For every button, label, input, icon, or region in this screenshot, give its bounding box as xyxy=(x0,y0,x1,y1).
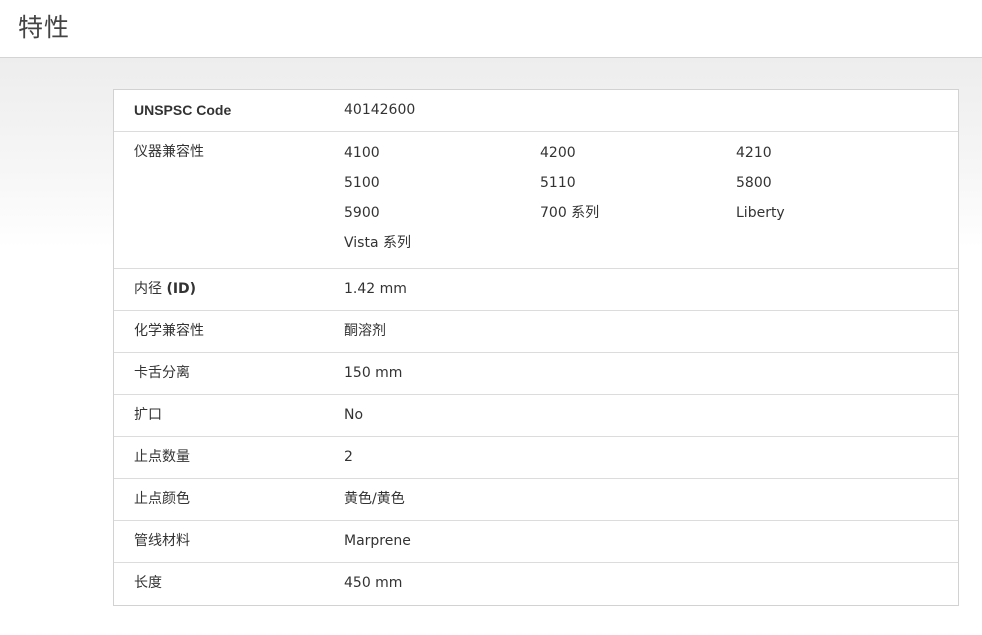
spec-row-stop-count: 止点数量 2 xyxy=(114,437,958,479)
spec-label-unspsc: UNSPSC Code xyxy=(134,102,232,118)
compat-item: 700 系列 xyxy=(540,205,600,221)
spec-row-tab-separation: 卡舌分离 150 mm xyxy=(114,353,958,395)
spec-value-unspsc: 40142600 xyxy=(344,102,416,118)
spec-label-length: 长度 xyxy=(134,575,162,591)
spec-row-stop-color: 止点颜色 黄色/黄色 xyxy=(114,479,958,521)
compat-item: 5100 xyxy=(344,175,380,191)
spec-row-unspsc: UNSPSC Code 40142600 xyxy=(114,90,958,132)
spec-label-inner-diameter-text: 内径 xyxy=(134,281,167,297)
spec-value-chemical-compatibility: 酮溶剂 xyxy=(344,323,386,339)
spec-value-stop-color: 黄色/黄色 xyxy=(344,491,405,507)
compat-item: Liberty xyxy=(736,205,785,221)
spec-value-tubing-material: Marprene xyxy=(344,533,411,549)
spec-row-tubing-material: 管线材料 Marprene xyxy=(114,521,958,563)
spec-label-tubing-material: 管线材料 xyxy=(134,533,190,549)
spec-label-stop-count: 止点数量 xyxy=(134,449,190,465)
page-header: 特性 xyxy=(0,0,982,58)
spec-row-chemical-compatibility: 化学兼容性 酮溶剂 xyxy=(114,311,958,353)
compat-item: 4100 xyxy=(344,145,380,161)
compat-item: 4200 xyxy=(540,145,576,161)
spec-value-tab-separation: 150 mm xyxy=(344,365,403,381)
spec-row-flare: 扩口 No xyxy=(114,395,958,437)
spec-table: UNSPSC Code 40142600 仪器兼容性 4100 4200 421… xyxy=(113,89,959,606)
spec-label-inner-diameter-abbr: (ID) xyxy=(166,281,197,297)
spec-row-length: 长度 450 mm xyxy=(114,563,958,605)
compat-item: Vista 系列 xyxy=(344,235,411,251)
spec-label-tab-separation: 卡舌分离 xyxy=(134,365,190,381)
compat-item: 5110 xyxy=(540,175,576,191)
spec-row-inner-diameter: 内径 (ID) 1.42 mm xyxy=(114,269,958,311)
spec-label-chemical-compatibility: 化学兼容性 xyxy=(134,323,204,339)
compat-item: 4210 xyxy=(736,145,772,161)
spec-value-length: 450 mm xyxy=(344,575,403,591)
compat-item: 5800 xyxy=(736,175,772,191)
spec-value-stop-count: 2 xyxy=(344,449,353,465)
page-title: 特性 xyxy=(18,13,71,42)
spec-value-flare: No xyxy=(344,407,364,423)
spec-row-instrument-compatibility: 仪器兼容性 4100 4200 4210 5100 5110 5800 5900… xyxy=(114,132,958,269)
spec-label-flare: 扩口 xyxy=(134,407,162,423)
spec-label-stop-color: 止点颜色 xyxy=(134,491,190,507)
spec-label-inner-diameter: 内径 (ID) xyxy=(134,269,196,310)
spec-label-instrument-compatibility: 仪器兼容性 xyxy=(134,144,204,160)
spec-value-inner-diameter: 1.42 mm xyxy=(344,281,407,297)
compat-item: 5900 xyxy=(344,205,380,221)
content-area: UNSPSC Code 40142600 仪器兼容性 4100 4200 421… xyxy=(0,58,982,635)
